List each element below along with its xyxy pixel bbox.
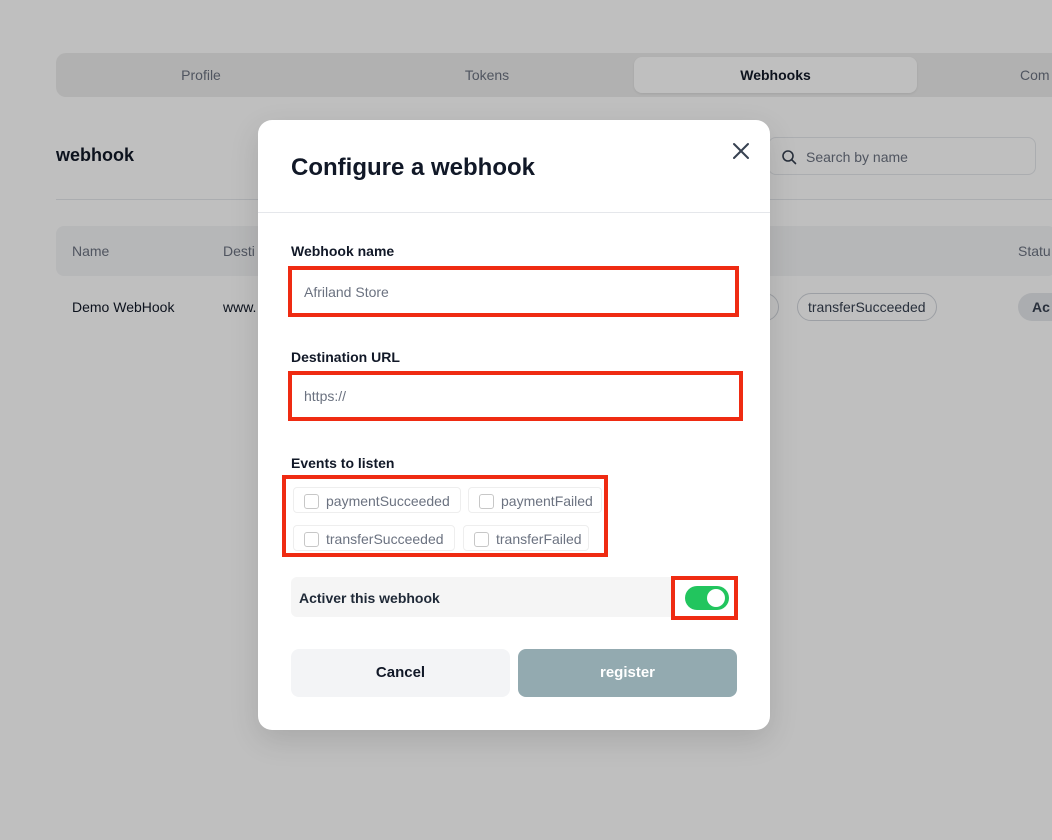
checkbox[interactable] <box>479 494 494 509</box>
event-label: transferSucceeded <box>326 531 444 547</box>
activate-webhook-label: Activer this webhook <box>299 590 440 606</box>
destination-url-highlight <box>288 371 743 421</box>
destination-url-input[interactable] <box>292 375 739 417</box>
webhook-name-highlight <box>288 266 739 317</box>
checkbox[interactable] <box>304 532 319 547</box>
event-label: paymentSucceeded <box>326 493 450 509</box>
destination-url-label: Destination URL <box>291 349 400 365</box>
webhook-name-label: Webhook name <box>291 243 395 259</box>
events-label: Events to listen <box>291 455 395 471</box>
checkbox[interactable] <box>474 532 489 547</box>
event-checkbox-payment-failed[interactable]: paymentFailed <box>468 487 602 513</box>
event-checkbox-payment-succeeded[interactable]: paymentSucceeded <box>293 487 461 513</box>
configure-webhook-dialog: Configure a webhook Webhook name Destina… <box>258 120 770 730</box>
event-label: transferFailed <box>496 531 582 547</box>
events-highlight: paymentSucceeded paymentFailed transferS… <box>282 475 608 557</box>
webhook-name-input[interactable] <box>292 270 735 313</box>
register-button[interactable]: register <box>518 649 737 697</box>
cancel-button[interactable]: Cancel <box>291 649 510 697</box>
event-label: paymentFailed <box>501 493 593 509</box>
dialog-title: Configure a webhook <box>291 154 536 181</box>
activate-webhook-toggle[interactable] <box>685 586 729 610</box>
toggle-knob <box>707 589 725 607</box>
dialog-divider <box>258 212 770 213</box>
event-checkbox-transfer-failed[interactable]: transferFailed <box>463 525 589 551</box>
event-checkbox-transfer-succeeded[interactable]: transferSucceeded <box>293 525 455 551</box>
close-icon[interactable] <box>728 138 754 164</box>
checkbox[interactable] <box>304 494 319 509</box>
toggle-highlight <box>671 576 738 620</box>
